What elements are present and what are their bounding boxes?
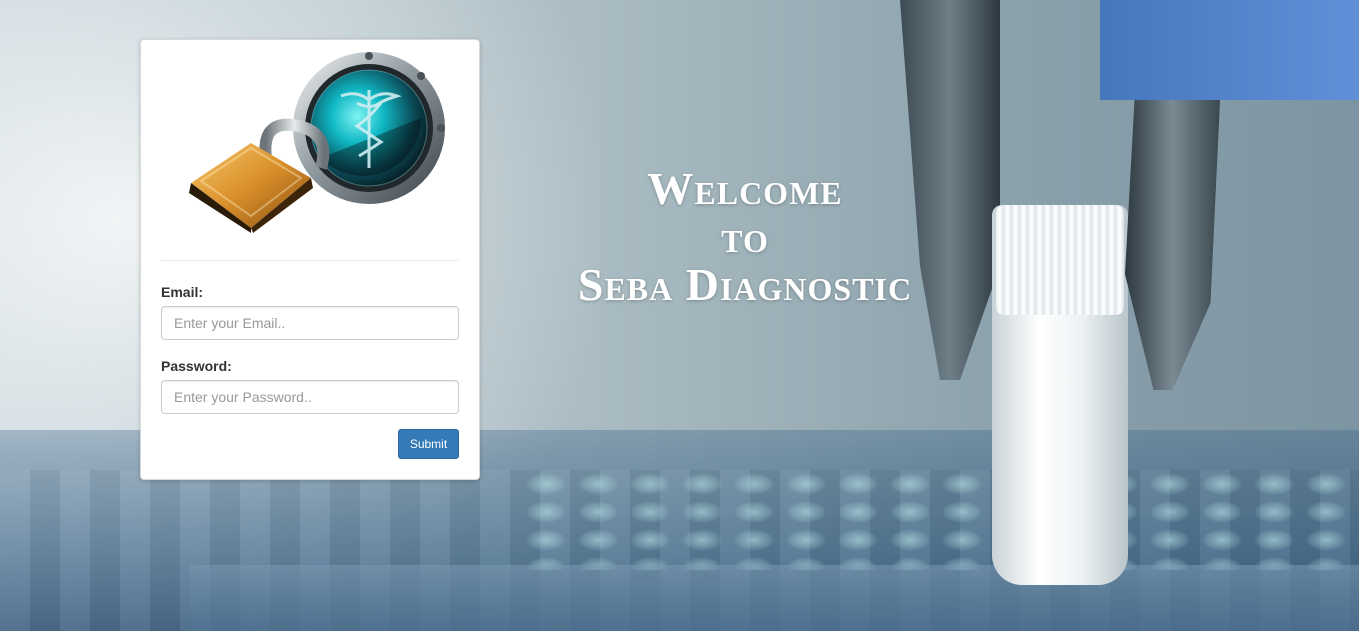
medical-padlock-logo-icon (189, 52, 445, 233)
submit-button[interactable]: Submit (398, 429, 459, 459)
password-label: Password: (161, 358, 232, 374)
welcome-line-2: to (721, 211, 769, 262)
welcome-line-1: Welcome (647, 163, 843, 214)
welcome-heading: Welcome to Seba Diagnostic (545, 165, 945, 309)
welcome-line-3: Seba Diagnostic (577, 259, 913, 310)
card-divider (161, 260, 459, 261)
login-page: Email: Password: Submit Welcome to Seba … (0, 0, 1359, 631)
password-field[interactable] (161, 380, 459, 414)
login-card: Email: Password: Submit (140, 39, 480, 480)
email-field[interactable] (161, 306, 459, 340)
email-label: Email: (161, 284, 204, 300)
